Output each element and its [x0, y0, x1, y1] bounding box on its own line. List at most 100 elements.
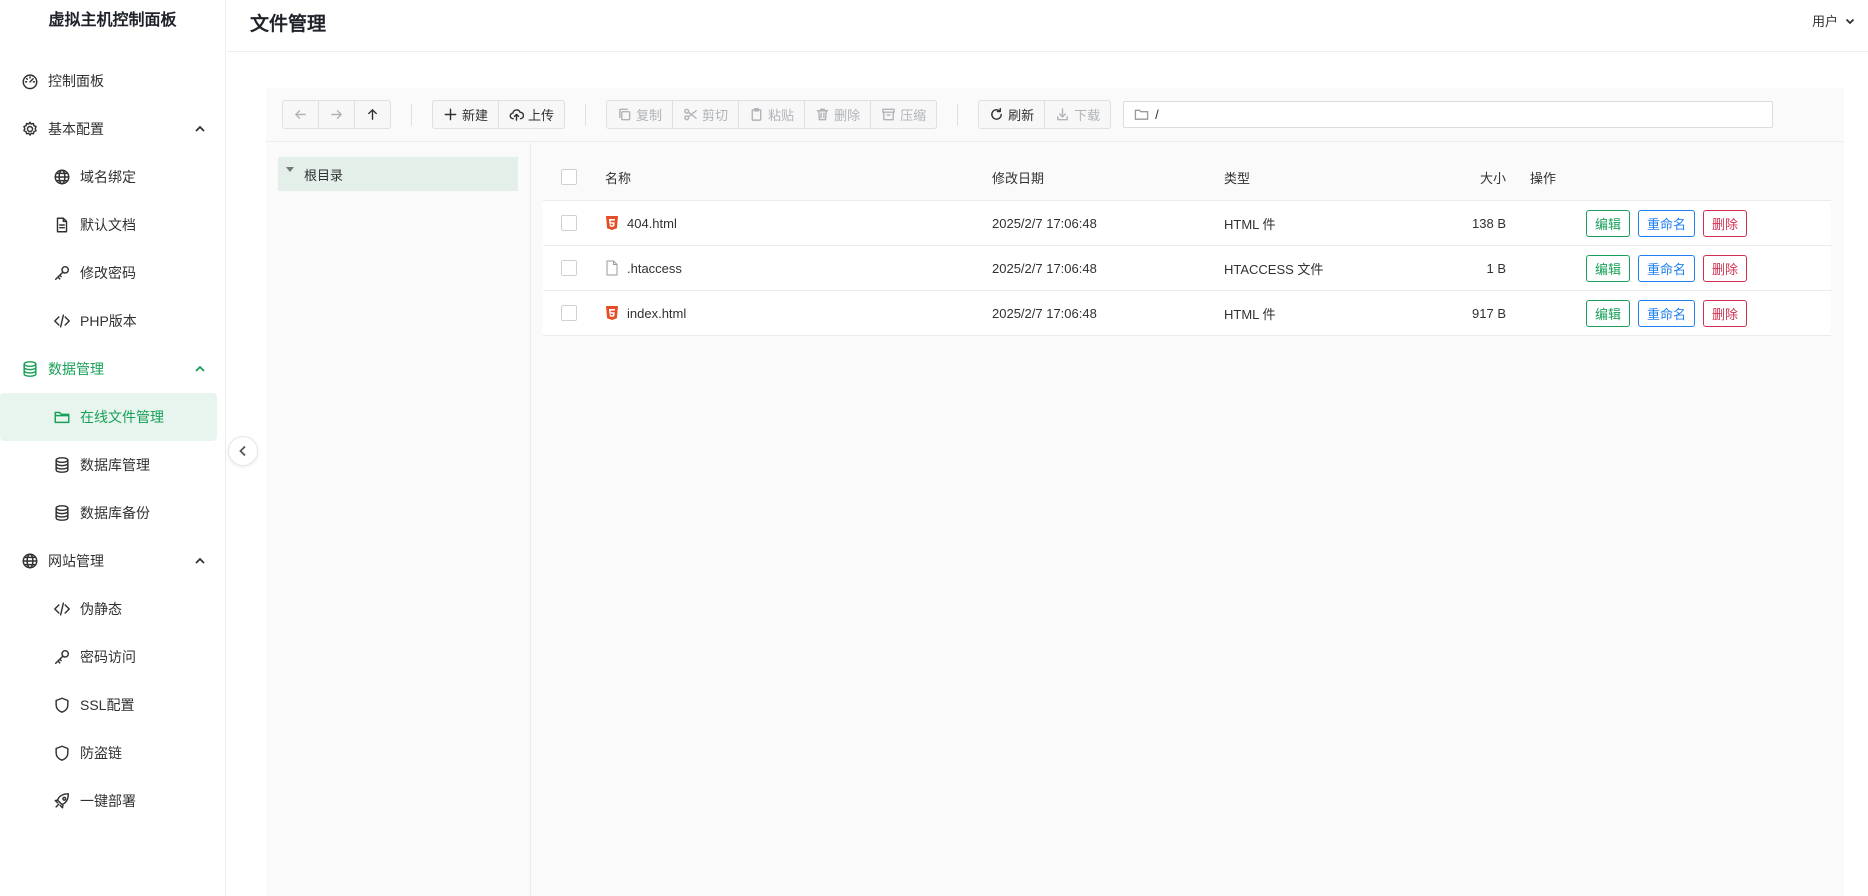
user-menu[interactable]: 用户: [1812, 11, 1856, 30]
sidebar-item-default-doc[interactable]: 默认文档: [0, 201, 225, 249]
file-name[interactable]: index.html: [627, 306, 686, 321]
toolbar-divider: [957, 103, 959, 126]
file-date: 2025/2/7 17:06:48: [992, 215, 1097, 231]
sidebar-item-database-backup[interactable]: 数据库备份: [0, 489, 225, 537]
caret-down-icon[interactable]: [286, 166, 294, 172]
archive-icon: [882, 108, 895, 121]
row-checkbox[interactable]: [561, 215, 577, 231]
sidebar-item-online-file-manager[interactable]: 在线文件管理: [0, 393, 217, 441]
edit-button[interactable]: 编辑: [1586, 299, 1631, 327]
sidebar-item-label: 默认文档: [80, 217, 136, 233]
table-row[interactable]: 404.html 2025/2/7 17:06:48 HTML 件 138 B …: [543, 201, 1831, 246]
sidebar-item-one-click-deploy[interactable]: 一键部署: [0, 777, 225, 825]
table-row[interactable]: .htaccess 2025/2/7 17:06:48 HTACCESS 文件 …: [543, 246, 1831, 291]
sidebar-group-basic-config[interactable]: 基本配置: [0, 105, 225, 153]
database-icon: [20, 359, 40, 379]
delete-file-button[interactable]: 删除: [1703, 209, 1748, 237]
row-checkbox[interactable]: [561, 260, 577, 276]
toolbar-divider: [411, 103, 412, 126]
dashboard-icon: [20, 71, 40, 91]
sidebar-item-domain-binding[interactable]: 域名绑定: [0, 153, 225, 201]
chevron-up-icon: [193, 362, 207, 376]
row-checkbox[interactable]: [561, 305, 577, 321]
folder-icon: [52, 407, 72, 427]
chevron-up-icon: [193, 122, 207, 136]
sidebar-item-rewrite[interactable]: 伪静态: [0, 585, 225, 633]
sidebar-item-hotlink-protection[interactable]: 防盗链: [0, 729, 225, 777]
delete-file-button[interactable]: 删除: [1703, 299, 1748, 327]
copy-icon: [619, 108, 631, 121]
back-button[interactable]: [283, 101, 319, 128]
arrow-left-icon: [295, 110, 306, 119]
paste-button[interactable]: 粘贴: [739, 101, 806, 128]
edit-button[interactable]: 编辑: [1586, 254, 1631, 282]
rocket-icon: [52, 791, 72, 811]
rename-button[interactable]: 重命名: [1638, 299, 1696, 327]
rename-button[interactable]: 重命名: [1638, 209, 1696, 237]
edit-button[interactable]: 编辑: [1586, 209, 1631, 237]
file-name[interactable]: .htaccess: [627, 261, 682, 276]
page-title: 文件管理: [250, 14, 327, 35]
sidebar-item-php-version[interactable]: PHP版本: [0, 297, 225, 345]
sidebar-item-label: 一键部署: [80, 793, 136, 809]
sidebar-item-database-manager[interactable]: 数据库管理: [0, 441, 225, 489]
sidebar-item-change-password[interactable]: 修改密码: [0, 249, 225, 297]
sidebar-collapse-button[interactable]: [228, 436, 258, 466]
chevron-up-icon: [193, 554, 207, 568]
rename-button[interactable]: 重命名: [1638, 254, 1696, 282]
delete-file-button[interactable]: 删除: [1703, 254, 1748, 282]
globe-icon: [20, 551, 40, 571]
upload-button[interactable]: 上传: [499, 101, 564, 128]
sidebar: 虚拟主机控制面板 控制面板 基本配置 域名绑定 默认文档 修改密码 PHP版本: [0, 0, 226, 896]
sidebar-item-ssl-config[interactable]: SSL配置: [0, 681, 225, 729]
file-size: 1 B: [1486, 260, 1506, 276]
new-button-label: 新建: [462, 108, 489, 123]
sidebar-item-label: 数据管理: [48, 361, 104, 377]
sidebar-item-dashboard[interactable]: 控制面板: [0, 57, 225, 105]
tree-node-root[interactable]: 根目录: [278, 157, 518, 191]
download-button[interactable]: 下载: [1045, 101, 1110, 128]
column-header-name[interactable]: 名称: [605, 168, 631, 187]
path-input[interactable]: /: [1123, 101, 1774, 128]
cut-button[interactable]: 剪切: [673, 101, 740, 128]
file-toolbar: 新建 上传 复制 剪切 粘贴 删除 压缩 刷新 下载 /: [266, 88, 1844, 142]
edit-button-group: 复制 剪切 粘贴 删除 压缩: [606, 100, 938, 129]
key-icon: [52, 647, 72, 667]
document-icon: [52, 215, 72, 235]
file-type: HTML 件: [1224, 306, 1276, 322]
sidebar-group-site-management[interactable]: 网站管理: [0, 537, 225, 585]
delete-button[interactable]: 删除: [805, 101, 872, 128]
table-row[interactable]: index.html 2025/2/7 17:06:48 HTML 件 917 …: [543, 291, 1831, 336]
clipboard-icon: [751, 107, 762, 121]
sidebar-group-data-management[interactable]: 数据管理: [0, 345, 225, 393]
sidebar-item-password-access[interactable]: 密码访问: [0, 633, 225, 681]
code-icon: [52, 599, 72, 619]
folder-tree: 根目录: [266, 143, 531, 896]
refresh-button-label: 刷新: [1008, 108, 1035, 123]
up-directory-button[interactable]: [355, 101, 390, 128]
database-icon: [52, 455, 72, 475]
column-header-date[interactable]: 修改日期: [992, 168, 1044, 187]
refresh-button[interactable]: 刷新: [979, 101, 1046, 128]
sidebar-item-label: 修改密码: [80, 265, 136, 281]
compress-button[interactable]: 压缩: [871, 101, 936, 128]
delete-button-label: 删除: [834, 108, 861, 123]
file-type: HTML 件: [1224, 216, 1276, 232]
new-button[interactable]: 新建: [433, 101, 500, 128]
chevron-down-icon: [1845, 18, 1855, 24]
path-value: /: [1155, 107, 1159, 122]
arrow-right-icon: [331, 110, 342, 119]
select-all-checkbox[interactable]: [561, 169, 577, 185]
file-name[interactable]: 404.html: [627, 216, 677, 231]
copy-button[interactable]: 复制: [607, 101, 674, 128]
table-header-row: 名称 修改日期 类型 大小 操作: [543, 154, 1831, 201]
column-header-size[interactable]: 大小: [1480, 168, 1506, 187]
cloud-upload-icon: [509, 109, 525, 121]
copy-button-label: 复制: [636, 108, 663, 123]
file-size: 138 B: [1472, 215, 1506, 231]
compress-button-label: 压缩: [900, 108, 927, 123]
forward-button[interactable]: [319, 101, 355, 128]
column-header-type[interactable]: 类型: [1224, 168, 1250, 187]
sidebar-item-label: SSL配置: [80, 697, 135, 713]
trash-icon: [816, 108, 829, 121]
